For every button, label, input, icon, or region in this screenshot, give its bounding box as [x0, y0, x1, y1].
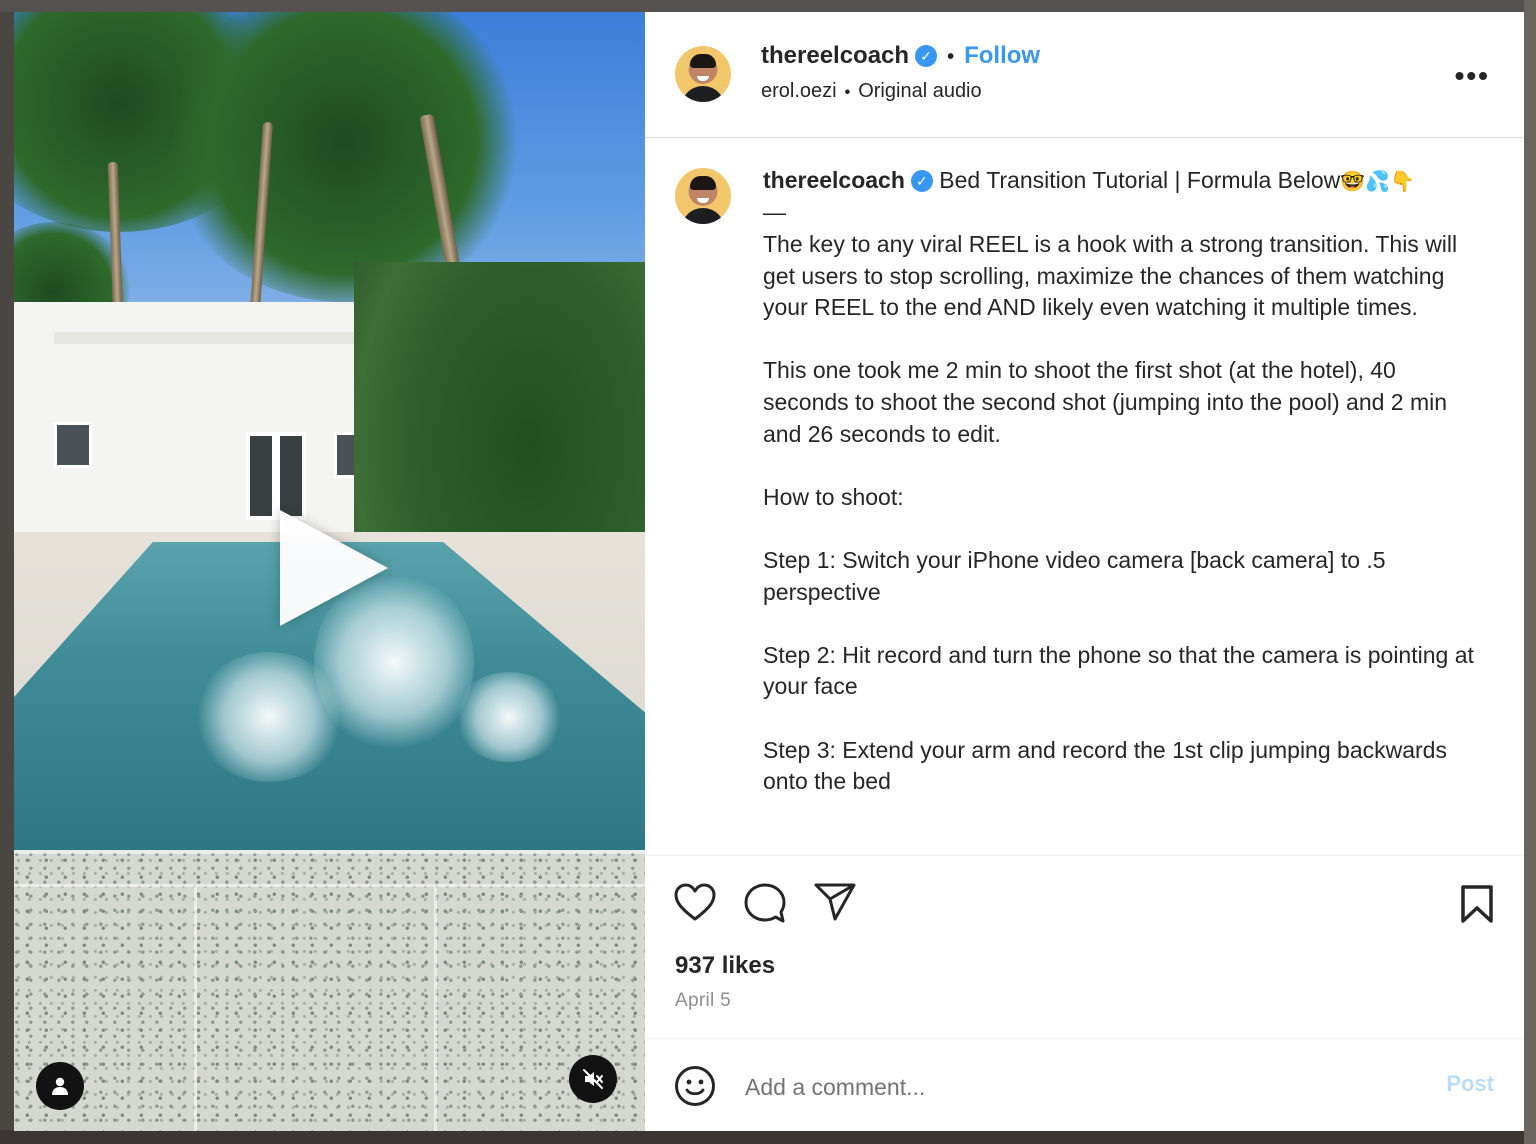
- author-username[interactable]: thereelcoach: [761, 42, 909, 69]
- user-icon: [52, 1077, 68, 1095]
- action-bar: 937 likes April 5: [645, 856, 1524, 1040]
- house-door: [246, 432, 276, 520]
- caption-title: Bed Transition Tutorial | Formula Below: [939, 166, 1341, 193]
- house-door: [276, 432, 306, 520]
- paver-joint: [434, 887, 437, 1131]
- terrazzo-floor: [14, 850, 645, 1131]
- background-strip: [1524, 0, 1536, 1144]
- background-strip: [0, 0, 1536, 12]
- caption-text: thereelcoach ✓ Bed Transition Tutorial | …: [763, 165, 1483, 798]
- play-icon[interactable]: [280, 510, 388, 626]
- follow-button[interactable]: Follow: [964, 42, 1040, 69]
- post-info-panel: thereelcoach ✓ • Follow erol.oezi • Original …: [645, 12, 1524, 1131]
- house-roof: [54, 332, 354, 344]
- post-modal: thereelcoach ✓ • Follow erol.oezi • Original …: [14, 12, 1524, 1131]
- separator-dot: •: [844, 84, 851, 101]
- verified-badge-icon: ✓: [910, 169, 933, 192]
- audio-line: erol.oezi • Original audio: [761, 80, 982, 103]
- bookmark-icon[interactable]: [1459, 884, 1495, 924]
- likes-count[interactable]: 937 likes: [675, 952, 775, 980]
- caption-emoji: 🤓💦👇: [1340, 168, 1415, 193]
- post-comment-button[interactable]: Post: [1446, 1071, 1494, 1097]
- caption-paragraph: How to shoot:: [763, 483, 904, 510]
- post-date[interactable]: April 5: [675, 990, 731, 1012]
- caption-username[interactable]: thereelcoach: [763, 167, 905, 193]
- comment-bar: Post: [645, 1039, 1524, 1131]
- paver-edge: [14, 850, 645, 854]
- comment-bubble-icon[interactable]: [743, 882, 787, 924]
- comment-input[interactable]: [743, 1068, 1407, 1107]
- paver-joint: [194, 887, 197, 1131]
- smiley-icon[interactable]: [674, 1065, 716, 1107]
- separator-dot: •: [947, 46, 955, 68]
- author-avatar[interactable]: [675, 46, 731, 102]
- caption-paragraph: Step 1: Switch your iPhone video camera …: [763, 547, 1392, 605]
- caption-avatar[interactable]: [675, 167, 731, 224]
- water-splash: [454, 672, 564, 762]
- caption-dash: —: [763, 199, 786, 226]
- reel-video[interactable]: [14, 12, 645, 1131]
- paper-plane-icon[interactable]: [813, 882, 857, 922]
- caption-paragraph: Step 2: Hit record and turn the phone so…: [763, 641, 1481, 700]
- background-strip: [0, 1130, 1536, 1144]
- caption-paragraph: Step 3: Extend your arm and record the 1…: [763, 736, 1454, 795]
- paver-edge: [14, 884, 645, 887]
- heart-icon[interactable]: [673, 882, 717, 922]
- caption-scroll-area[interactable]: thereelcoach ✓ Bed Transition Tutorial | …: [645, 138, 1524, 857]
- house-window: [54, 422, 92, 468]
- more-options-icon[interactable]: •••: [1455, 60, 1490, 92]
- caption-paragraph: The key to any viral REEL is a hook with…: [763, 231, 1464, 321]
- tagged-users-button[interactable]: [36, 1062, 84, 1110]
- post-header: thereelcoach ✓ • Follow erol.oezi • Original …: [645, 12, 1524, 138]
- speaker-muted-icon: [583, 1069, 603, 1089]
- author-line: thereelcoach ✓ • Follow: [761, 42, 1040, 70]
- audio-author-link[interactable]: erol.oezi: [761, 80, 837, 102]
- verified-badge-icon: ✓: [915, 45, 938, 67]
- caption-paragraph: This one took me 2 min to shoot the firs…: [763, 357, 1454, 447]
- mute-button[interactable]: [569, 1055, 617, 1103]
- audio-name-link[interactable]: Original audio: [858, 80, 981, 102]
